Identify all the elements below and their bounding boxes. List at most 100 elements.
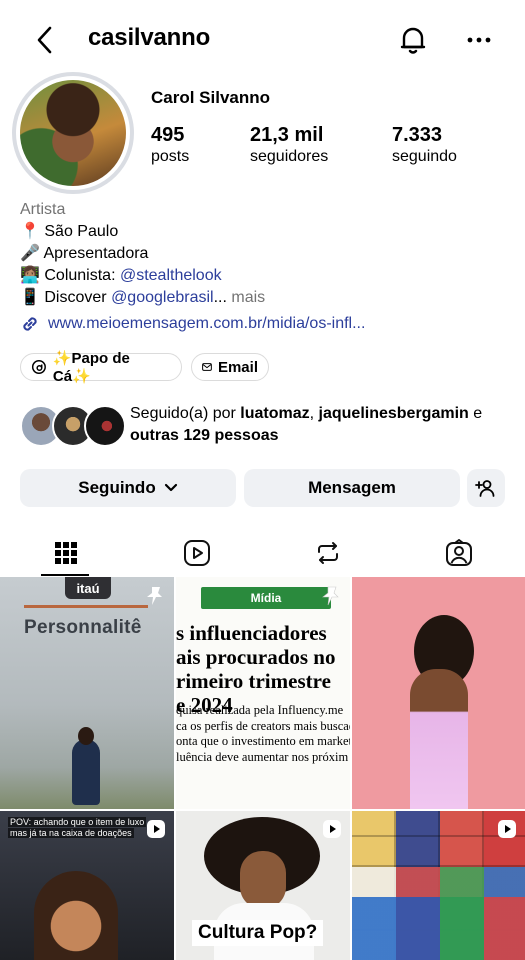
- reels-play-icon: [183, 540, 210, 566]
- reel-icon: [147, 820, 165, 838]
- news-headline-line-1: s influenciadores: [176, 621, 327, 645]
- followed-by-text[interactable]: Seguido(a) por luatomaz, jaquelinesberga…: [130, 403, 520, 447]
- grid-post-6[interactable]: [352, 811, 525, 960]
- phone-emoji-icon: 📱: [20, 289, 40, 306]
- followed-by-avatars[interactable]: [20, 404, 126, 448]
- stat-posts-value: 495: [151, 124, 185, 146]
- profile-category: Artista: [20, 201, 66, 218]
- grid-post-5[interactable]: Cultura Pop?: [176, 811, 350, 960]
- avatar-inner: [16, 76, 130, 190]
- email-chip[interactable]: Email: [191, 353, 269, 381]
- person-face: [34, 871, 118, 960]
- technologist-emoji-icon: 👩🏽‍💻: [20, 267, 40, 284]
- profile-link-text: www.meioemensagem.com.br/midia/os-infl..…: [48, 315, 366, 332]
- bio-line-4-prefix: Discover: [44, 289, 112, 306]
- news-body-line-4: luência deve aumentar nos próxim: [176, 749, 349, 764]
- bio-line-2: Apresentadora: [43, 245, 149, 262]
- mail-icon: [202, 363, 212, 371]
- profile-tabs: [0, 530, 525, 576]
- profile-link[interactable]: www.meioemensagem.com.br/midia/os-infl..…: [20, 314, 365, 334]
- display-name: Carol Silvanno: [151, 88, 271, 107]
- threads-chip[interactable]: ✨Papo de Cá✨: [20, 350, 182, 385]
- followed-by-prefix: Seguido(a) por: [130, 405, 241, 422]
- grid-icon: [54, 542, 77, 564]
- bio-line-3-prefix: Colunista:: [44, 267, 120, 284]
- grid-post-1[interactable]: itaú Personnalitê: [0, 577, 174, 809]
- news-body-line-2: ca os perfis de creators mais buscad: [176, 718, 350, 733]
- bio-role: 🎤 Apresentadora: [20, 243, 148, 265]
- back-button[interactable]: [30, 24, 60, 56]
- video-caption-line-1: POV: achando que o item de luxo: [8, 817, 147, 827]
- person-face: [240, 851, 286, 909]
- mention-stealthelook[interactable]: @stealthelook: [120, 267, 222, 284]
- pin-icon: [322, 586, 339, 606]
- followed-by-others: outras 129 pessoas: [130, 427, 279, 444]
- bio-more-link[interactable]: mais: [227, 289, 265, 306]
- grid-post-4[interactable]: POV: achando que o item de luxo mas já t…: [0, 811, 174, 960]
- video-caption: POV: achando que o item de luxo mas já t…: [8, 817, 158, 839]
- email-chip-label: Email: [217, 358, 258, 376]
- chevron-left-icon: [37, 26, 52, 54]
- stat-followers[interactable]: 21,3 mil seguidores: [250, 124, 328, 168]
- video-caption-line-2: mas já ta na caixa de doações: [8, 828, 134, 838]
- tagged-person-icon: [445, 539, 472, 566]
- grid-post-2[interactable]: Mídia s influenciadores ais procurados n…: [176, 577, 350, 809]
- suggest-people-button[interactable]: [467, 469, 505, 507]
- following-button[interactable]: Seguindo: [20, 469, 236, 507]
- avatar-photo: [20, 80, 126, 186]
- bio-columnist: 👩🏽‍💻 Colunista: @stealthelook: [20, 265, 222, 287]
- news-body-line-1: quisa realizada pela Influency.me: [176, 703, 344, 717]
- followed-by-user-2: jaquelinesbergamin: [318, 405, 469, 422]
- notifications-button[interactable]: [396, 24, 430, 56]
- following-button-label: Seguindo: [78, 478, 156, 497]
- tab-reels[interactable]: [131, 530, 262, 576]
- person-figure: [410, 669, 468, 809]
- storefront-sign: Personnalitê: [24, 617, 142, 638]
- person-figure: [72, 739, 100, 805]
- repost-icon: [317, 542, 338, 564]
- news-headline-line-3: rimeiro trimestre: [176, 669, 331, 693]
- threads-icon: [31, 360, 46, 374]
- stat-posts-label: posts: [151, 148, 190, 165]
- add-person-icon: [475, 480, 495, 497]
- cultura-pop-label: Cultura Pop?: [192, 920, 324, 946]
- threads-chip-label: ✨Papo de Cá✨: [52, 350, 130, 385]
- stat-following[interactable]: 7.333 seguindo: [392, 124, 457, 168]
- bio-line-1: São Paulo: [44, 223, 119, 240]
- followed-by-user-1: luatomaz: [240, 405, 310, 422]
- followed-by-sep: ,: [309, 405, 319, 422]
- message-button[interactable]: Mensagem: [244, 469, 460, 507]
- pin-icon: [147, 587, 162, 605]
- follower-avatar-3: [84, 405, 126, 447]
- reel-icon: [498, 820, 516, 838]
- reel-icon: [323, 820, 341, 838]
- sign-bar: [24, 605, 148, 608]
- message-button-label: Mensagem: [308, 478, 396, 497]
- bank-logo: itaú: [65, 577, 111, 599]
- chevron-down-icon: [164, 483, 177, 492]
- tab-posts-grid[interactable]: [0, 530, 131, 576]
- grid-post-3[interactable]: [352, 577, 525, 809]
- profile-avatar[interactable]: [12, 72, 134, 194]
- stat-following-value: 7.333: [392, 124, 443, 146]
- tab-reposts[interactable]: [262, 530, 393, 576]
- stat-followers-value: 21,3 mil: [250, 124, 324, 146]
- bell-icon: [400, 27, 426, 54]
- news-headline-line-2: ais procurados no: [176, 645, 336, 669]
- more-dots-icon: [467, 37, 491, 43]
- followed-by-mid: e: [468, 405, 483, 422]
- bio-location: 📍 São Paulo: [20, 221, 118, 243]
- tab-tagged[interactable]: [393, 530, 524, 576]
- person-head: [78, 727, 94, 745]
- pin-emoji-icon: 📍: [20, 223, 40, 240]
- stat-followers-label: seguidores: [250, 148, 329, 165]
- crates-bottom: [352, 897, 525, 960]
- username-title: casilvanno: [88, 24, 211, 51]
- news-category-tag: Mídia: [201, 587, 331, 609]
- bio-discover: 📱 Discover @googlebrasil... mais: [20, 287, 265, 309]
- link-icon: [23, 317, 37, 331]
- stat-posts[interactable]: 495 posts: [151, 124, 189, 168]
- mention-googlebrasil[interactable]: @googlebrasil: [111, 289, 214, 306]
- more-options-button[interactable]: [462, 28, 496, 52]
- bio-ellipsis: ...: [213, 289, 227, 306]
